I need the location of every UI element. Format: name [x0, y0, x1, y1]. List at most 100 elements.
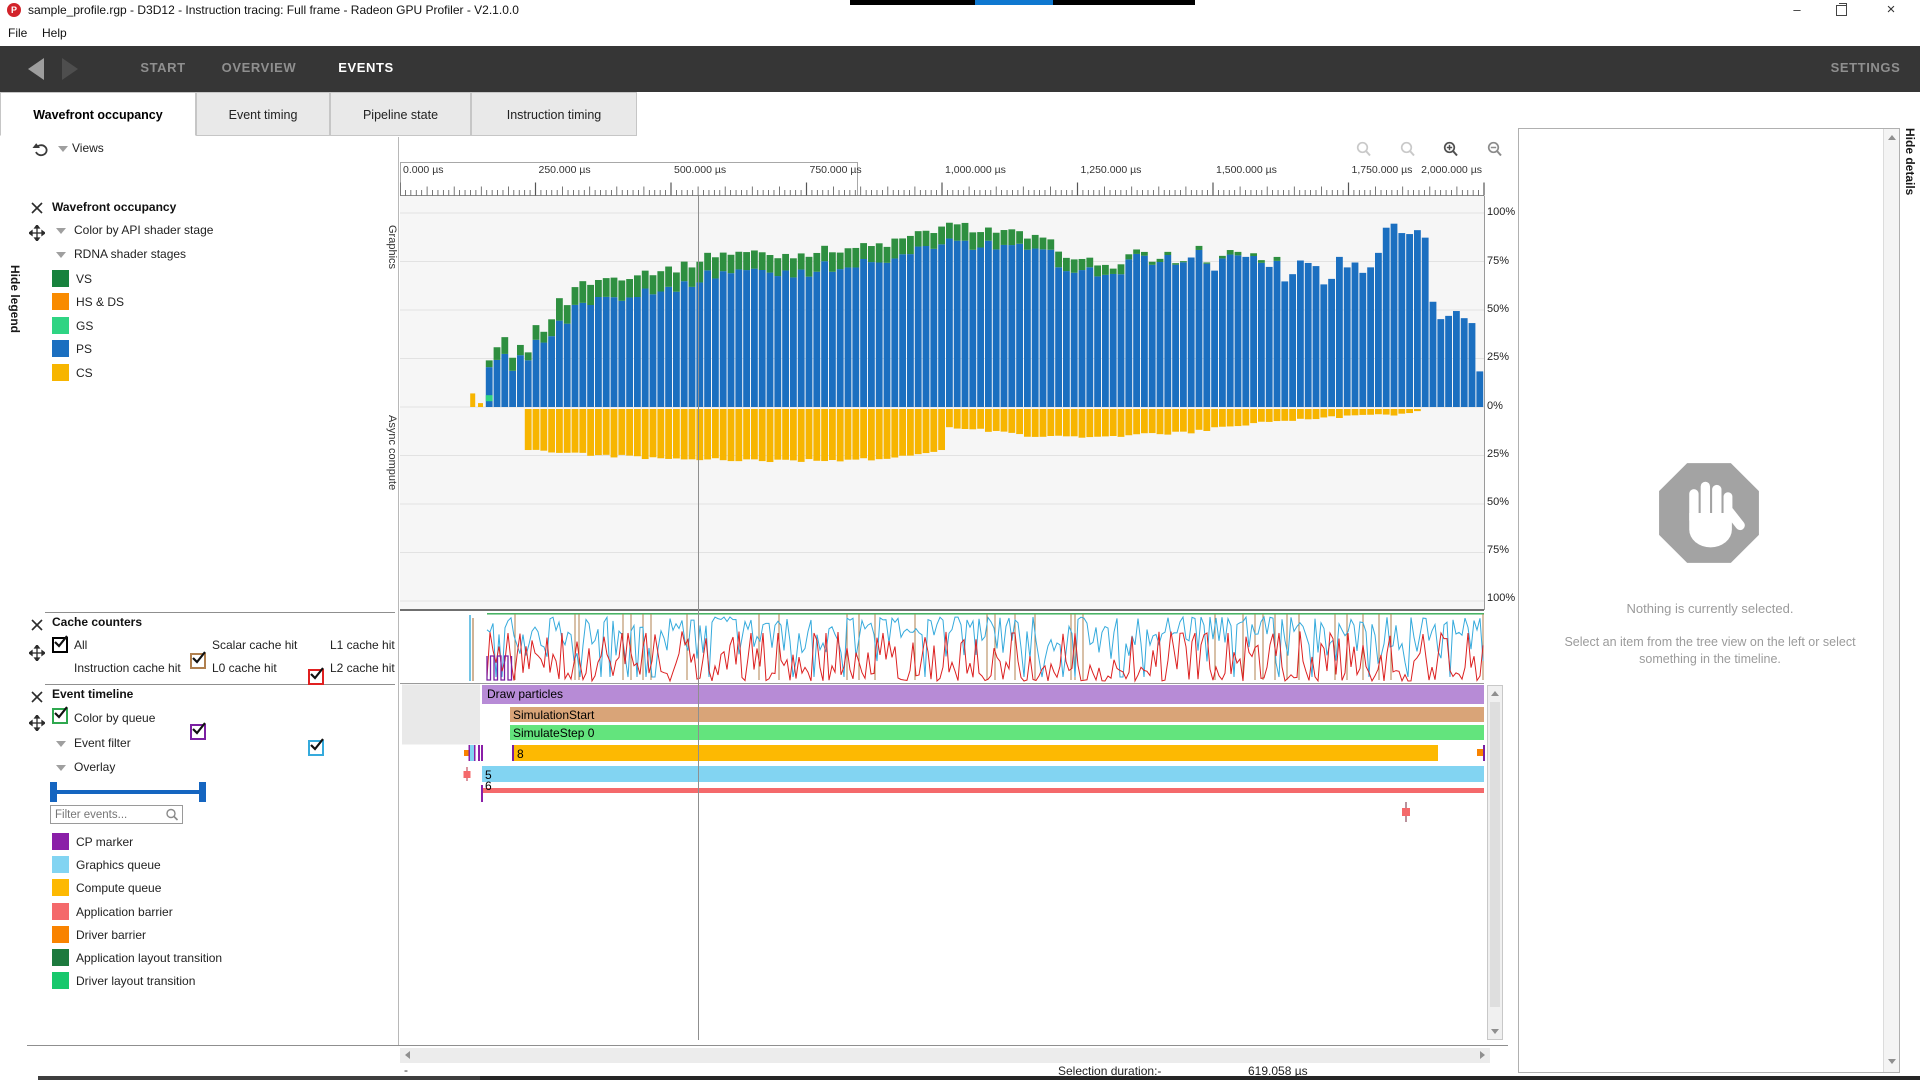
scroll-right-icon[interactable] [1480, 1051, 1485, 1059]
occupancy-bar-vs [1180, 261, 1187, 262]
checkbox-l2-cache-hit[interactable] [308, 740, 324, 756]
wavefront-occupancy-chart[interactable] [400, 196, 1484, 610]
tab-wavefront-occupancy[interactable]: Wavefront occupancy [0, 92, 196, 136]
menu-file[interactable]: File [8, 26, 27, 40]
occupancy-bar-async-cs [962, 409, 969, 429]
slider-handle-right[interactable] [199, 782, 206, 802]
scroll-thumb[interactable] [1490, 702, 1500, 1007]
timeline-event-bar-5[interactable] [482, 766, 1484, 782]
event-timeline-chart[interactable]: Draw particlesSimulationStartSimulateSte… [400, 684, 1487, 1040]
hide-legend-strip[interactable]: Hide legend [0, 137, 27, 1045]
cp-marker-tick[interactable] [481, 745, 483, 761]
undo-icon[interactable] [32, 141, 50, 162]
nav-settings[interactable]: SETTINGS [1823, 60, 1908, 75]
occupancy-bar-vs [728, 255, 735, 273]
occupancy-bar-vs [657, 271, 664, 291]
details-vscrollbar[interactable] [1883, 129, 1899, 1072]
nav-forward-icon[interactable] [62, 58, 78, 80]
rdna-stages-label[interactable]: RDNA shader stages [74, 247, 186, 261]
timeline-event-bar-simulatestep-0[interactable] [510, 725, 1484, 740]
scroll-down-icon[interactable] [1491, 1029, 1499, 1034]
occupancy-bar-async-cs [650, 409, 657, 457]
views-label[interactable]: Views [72, 141, 104, 155]
timeline-event-bar-6[interactable] [482, 788, 1484, 793]
move-timeline-section-icon[interactable] [29, 715, 45, 736]
zoom-in-icon[interactable] [1443, 141, 1459, 164]
scroll-left-icon[interactable] [405, 1051, 410, 1059]
checkbox-label-scalar-cache-hit: Scalar cache hit [212, 638, 297, 652]
checkbox-all[interactable] [52, 637, 68, 653]
color-by-api-chevron-icon[interactable] [56, 228, 66, 234]
rdna-stages-chevron-icon[interactable] [56, 252, 66, 258]
overlay-label[interactable]: Overlay [74, 760, 115, 774]
scroll-up-icon[interactable] [1491, 691, 1499, 696]
occupancy-bar-vs [1102, 265, 1109, 275]
close-timeline-section-icon[interactable] [30, 690, 44, 709]
close-occupancy-section-icon[interactable] [30, 201, 44, 220]
zoom-reset-icon[interactable] [1400, 141, 1416, 164]
occupancy-bar-vs [1032, 235, 1039, 249]
cp-marker-tick[interactable] [481, 785, 483, 802]
cp-marker-tick[interactable] [469, 745, 471, 761]
checkbox-instruction-cache-hit[interactable] [52, 708, 68, 724]
color-by-queue-label[interactable]: Color by queue [74, 711, 155, 725]
occupancy-bar-vs [595, 280, 602, 297]
move-cache-section-icon[interactable] [29, 645, 45, 666]
checkbox-scalar-cache-hit[interactable] [190, 653, 206, 669]
cp-marker-tick[interactable] [478, 745, 480, 761]
occupancy-bar-vs [751, 250, 758, 268]
occupancy-bar-async-cs [1383, 409, 1390, 415]
views-chevron-icon[interactable] [58, 146, 68, 152]
close-cache-section-icon[interactable] [30, 618, 44, 637]
occupancy-bar-ps [1110, 274, 1117, 407]
occupancy-bar-ps [1040, 249, 1047, 407]
occupancy-bar-ps [860, 259, 867, 407]
tab-pipeline-state[interactable]: Pipeline state [330, 92, 471, 136]
checkbox-l1-cache-hit[interactable] [308, 669, 324, 685]
scroll-up-icon[interactable] [1888, 135, 1896, 140]
timeline-hscrollbar[interactable] [400, 1048, 1490, 1063]
timeline-ruler[interactable]: 0.000 µs250.000 µs500.000 µs750.000 µs1,… [400, 160, 1508, 197]
nav-back-icon[interactable] [28, 58, 44, 80]
event-filter-label[interactable]: Event filter [74, 736, 131, 750]
slider-handle-left[interactable] [50, 782, 57, 802]
event-range-slider[interactable] [50, 782, 206, 802]
color-by-api-label[interactable]: Color by API shader stage [74, 223, 213, 237]
zoom-in-selection-icon[interactable] [1356, 141, 1372, 164]
tab-event-timing[interactable]: Event timing [196, 92, 330, 136]
zoom-out-icon[interactable] [1487, 141, 1503, 164]
restore-button[interactable] [1836, 5, 1847, 16]
occupancy-bar-async-cs [1094, 409, 1101, 437]
timeline-event-bar-draw-particles[interactable] [482, 685, 1484, 704]
menu-help[interactable]: Help [42, 26, 67, 40]
cache-counters-chart[interactable] [400, 612, 1484, 683]
occupancy-bar-vs [868, 246, 875, 262]
cp-marker-tick[interactable] [1483, 745, 1485, 761]
scroll-down-icon[interactable] [1888, 1059, 1896, 1064]
move-occupancy-section-icon[interactable] [29, 225, 45, 246]
occupancy-bar-ps [533, 340, 540, 407]
status-left-dash: - [404, 1063, 408, 1077]
occupancy-bar-ps [657, 292, 664, 407]
cp-marker-tick[interactable] [474, 745, 476, 761]
percent-label: 25% [1487, 351, 1527, 363]
close-button[interactable]: × [1882, 2, 1900, 18]
nav-item-overview[interactable]: OVERVIEW [200, 60, 318, 75]
event-filter-chevron-icon[interactable] [56, 741, 66, 747]
cp-marker-tick[interactable] [512, 745, 514, 761]
filter-events-input[interactable] [50, 805, 183, 824]
tab-instruction-timing[interactable]: Instruction timing [471, 92, 637, 136]
screen-artifact-progress [975, 0, 1053, 5]
timeline-vscrollbar[interactable] [1487, 685, 1503, 1040]
timeline-event-bar-simulationstart[interactable] [510, 707, 1484, 722]
driver-barrier-mark[interactable] [1477, 749, 1483, 756]
checkbox-l0-cache-hit[interactable] [190, 724, 206, 740]
hide-details-strip[interactable]: Hide details [1900, 128, 1920, 1045]
overlay-chevron-icon[interactable] [56, 765, 66, 771]
timeline-event-bar-8[interactable] [512, 745, 1438, 761]
minimize-button[interactable]: – [1788, 2, 1806, 18]
nav-item-start[interactable]: START [128, 60, 198, 75]
queue-label-driver-layout-transition: Driver layout transition [76, 974, 195, 988]
occupancy-bar-ps [1047, 250, 1054, 407]
nav-item-events[interactable]: EVENTS [325, 60, 407, 75]
